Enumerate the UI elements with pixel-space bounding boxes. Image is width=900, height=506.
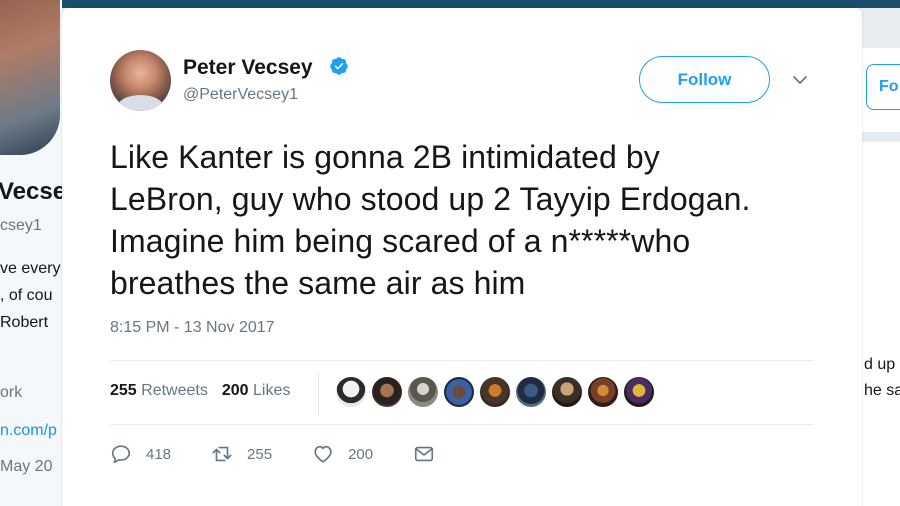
liker-avatar[interactable] bbox=[551, 376, 583, 408]
liker-avatars bbox=[335, 376, 659, 410]
liker-avatar[interactable] bbox=[479, 376, 511, 408]
background-tweet-text: he sa bbox=[864, 382, 900, 399]
likes-count: 200 bbox=[221, 382, 249, 399]
liker-avatar[interactable] bbox=[587, 376, 619, 408]
tweet-text-line: Imagine him being scared of a n*****who bbox=[110, 223, 691, 259]
liker-avatar[interactable] bbox=[371, 376, 403, 408]
avatar-shirt bbox=[118, 95, 163, 111]
profile-url-link[interactable]: n.com/p bbox=[0, 422, 57, 440]
like-action[interactable]: 200 bbox=[312, 443, 373, 465]
divider bbox=[110, 424, 813, 425]
tweet-modal: Peter Vecsey @PeterVecsey1 Follow Like K… bbox=[62, 8, 862, 506]
background-follow-button[interactable]: Fo bbox=[866, 64, 900, 110]
tweet-text-line: Like Kanter is gonna 2B intimidated by bbox=[110, 139, 660, 175]
background-tweet-text: d up bbox=[864, 356, 896, 373]
tweet-text-line: breathes the same air as him bbox=[110, 265, 526, 301]
tweet-text-line: LeBron, guy who stood up 2 Tayyip Erdoga… bbox=[110, 181, 751, 217]
author-avatar[interactable] bbox=[110, 50, 171, 111]
profile-bio-line: , of cou bbox=[0, 287, 53, 304]
profile-sidebar: Vecse csey1 ve every , of cou Robert ork… bbox=[0, 0, 62, 506]
author-handle[interactable]: @PeterVecsey1 bbox=[183, 86, 298, 104]
liker-avatar[interactable] bbox=[623, 376, 655, 408]
profile-bio-line: Robert bbox=[0, 314, 49, 331]
profile-handle: csey1 bbox=[0, 217, 42, 234]
tweet-stats: 255 Retweets 200 Likes bbox=[110, 382, 290, 400]
chevron-down-icon[interactable] bbox=[792, 72, 808, 88]
tweet-timestamp[interactable]: 8:15 PM - 13 Nov 2017 bbox=[110, 319, 275, 337]
verified-badge-icon bbox=[330, 57, 348, 75]
tweet-text: Like Kanter is gonna 2B intimidated by L… bbox=[110, 136, 830, 304]
direct-message-action[interactable] bbox=[413, 443, 449, 465]
retweet-icon bbox=[212, 446, 232, 462]
profile-avatar bbox=[0, 0, 60, 155]
retweets-stat[interactable]: 255 Retweets bbox=[110, 382, 208, 399]
reply-icon bbox=[111, 445, 131, 464]
profile-location: ork bbox=[0, 384, 23, 401]
retweets-count: 255 bbox=[110, 382, 137, 399]
author-display-name[interactable]: Peter Vecsey bbox=[183, 56, 313, 80]
stats-separator bbox=[318, 372, 319, 416]
reply-action[interactable]: 418 bbox=[110, 443, 171, 465]
profile-bio-line: ve every bbox=[0, 260, 61, 277]
follow-button[interactable]: Follow bbox=[639, 56, 770, 103]
profile-name: Vecse bbox=[0, 178, 62, 205]
profile-banner bbox=[0, 0, 900, 8]
tweet-actions: 418 255 200 bbox=[110, 442, 489, 466]
divider bbox=[110, 360, 813, 361]
liker-avatar[interactable] bbox=[407, 376, 439, 408]
profile-joined-date: May 20 bbox=[0, 458, 53, 475]
likes-stat[interactable]: 200 Likes bbox=[222, 382, 291, 399]
background-right-card bbox=[862, 142, 900, 506]
liker-avatar[interactable] bbox=[515, 376, 547, 408]
heart-icon bbox=[314, 445, 332, 463]
likes-label: Likes bbox=[253, 382, 291, 399]
like-count: 200 bbox=[348, 445, 374, 463]
envelope-icon bbox=[415, 446, 434, 462]
reply-count: 418 bbox=[146, 445, 172, 463]
liker-avatar[interactable] bbox=[335, 376, 367, 408]
liker-avatar[interactable] bbox=[443, 376, 475, 408]
retweet-count: 255 bbox=[247, 445, 273, 463]
retweet-action[interactable]: 255 bbox=[211, 443, 272, 465]
retweets-label: Retweets bbox=[141, 382, 208, 399]
